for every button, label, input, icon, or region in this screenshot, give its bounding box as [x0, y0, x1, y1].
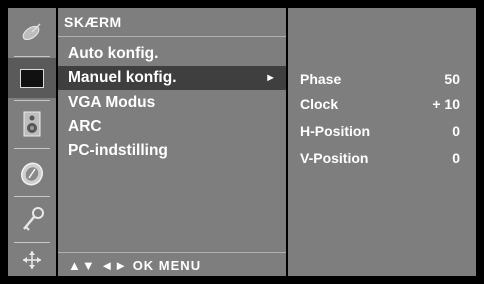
setting-row-v-position[interactable]: V-Position 0: [288, 146, 476, 170]
speaker-icon: [21, 110, 43, 138]
divider: [58, 252, 286, 253]
menu-item-label: PC-indstilling: [68, 142, 168, 159]
key-icon: [18, 205, 46, 235]
rail-item-satellite[interactable]: [8, 12, 56, 52]
setting-row-clock[interactable]: Clock + 10: [288, 92, 476, 116]
menu-item-label: VGA Modus: [68, 94, 156, 111]
rail-divider: [14, 56, 50, 57]
setting-value: 0: [452, 150, 460, 166]
menu-item-auto-config[interactable]: Auto konfig.: [58, 42, 286, 66]
menu-item-arc[interactable]: ARC: [58, 115, 286, 139]
setting-label: V-Position: [300, 150, 369, 166]
submenu-arrow-icon: ►: [265, 72, 276, 84]
icon-rail: [8, 8, 56, 276]
satellite-dish-icon: [18, 18, 46, 46]
menu-item-vga-mode[interactable]: VGA Modus: [58, 91, 286, 115]
menu-item-label: ARC: [68, 118, 102, 135]
rail-divider: [14, 100, 50, 101]
menu-item-manual-config[interactable]: Manuel konfig. ►: [58, 66, 286, 90]
rail-item-sound[interactable]: [8, 104, 56, 144]
menu-panel: SKÆRM Auto konfig. Manuel konfig. ► VGA …: [58, 8, 286, 276]
rail-divider: [14, 196, 50, 197]
menu-item-pc-setting[interactable]: PC-indstilling: [58, 139, 286, 163]
setting-value: 0: [452, 123, 460, 139]
setting-row-phase[interactable]: Phase 50: [288, 67, 476, 91]
monitor-icon: [20, 68, 44, 88]
clock-icon: [18, 160, 46, 188]
setting-label: H-Position: [300, 123, 370, 139]
setting-row-h-position[interactable]: H-Position 0: [288, 119, 476, 143]
rail-item-screen[interactable]: [8, 58, 56, 98]
setting-value: 50: [444, 71, 460, 87]
submenu-panel: Phase 50 Clock + 10 H-Position 0 V-Posit…: [288, 8, 476, 276]
rail-item-time[interactable]: [8, 154, 56, 194]
rail-item-lock[interactable]: [8, 200, 56, 240]
setting-value: + 10: [432, 96, 460, 112]
navigation-hint: ▲▼ ◄► OK MENU: [68, 258, 202, 273]
menu-item-label: Manuel konfig.: [68, 69, 177, 86]
menu-title: SKÆRM: [64, 14, 122, 30]
setting-label: Clock: [300, 96, 339, 112]
osd-screen: SKÆRM Auto konfig. Manuel konfig. ► VGA …: [0, 0, 484, 284]
divider: [58, 36, 286, 37]
network-icon: [19, 247, 45, 273]
rail-item-network[interactable]: [8, 244, 56, 276]
rail-divider: [14, 242, 50, 243]
setting-label: Phase: [300, 71, 342, 87]
menu-item-label: Auto konfig.: [68, 45, 159, 62]
rail-divider: [14, 148, 50, 149]
